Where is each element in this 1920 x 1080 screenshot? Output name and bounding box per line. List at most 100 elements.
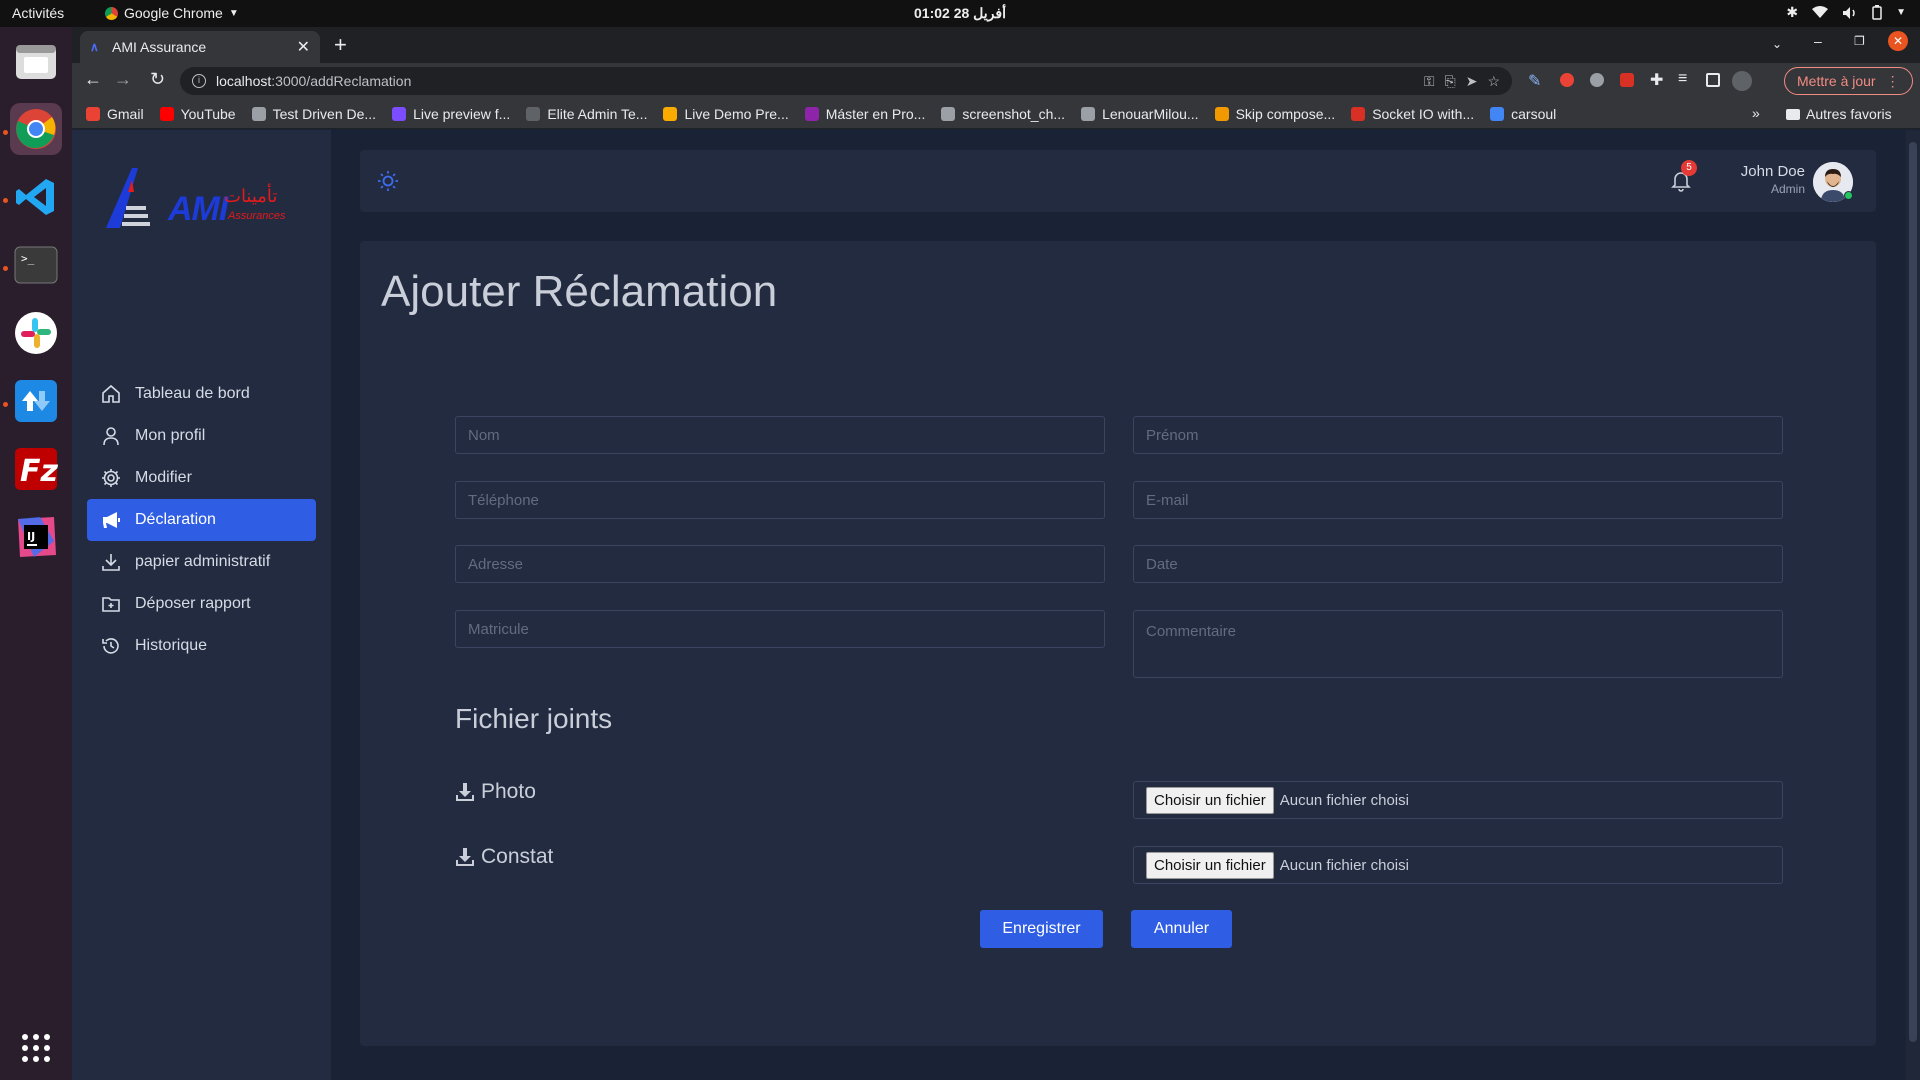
app: AMI تأمينات Assurances Tableau de bord M…: [72, 130, 1920, 1080]
extension-globe-icon[interactable]: [1590, 73, 1604, 87]
send-icon[interactable]: ➤: [1466, 73, 1478, 90]
bookmark-item[interactable]: carsoul: [1490, 106, 1556, 122]
bookmark-item[interactable]: Elite Admin Te...: [526, 106, 647, 122]
app-grid-icon[interactable]: [10, 1022, 62, 1074]
new-tab-icon[interactable]: +: [334, 32, 347, 58]
update-chrome-button[interactable]: Mettre à jour ⋮: [1784, 67, 1913, 95]
reload-icon[interactable]: ↻: [150, 69, 165, 90]
site-info-icon[interactable]: i: [192, 74, 206, 88]
tab-search-icon[interactable]: ⌄: [1772, 37, 1782, 51]
photo-file-input[interactable]: Choisir un fichier Aucun fichier choisi: [1133, 781, 1783, 819]
url-host: localhost: [216, 73, 272, 89]
close-window-icon[interactable]: ✕: [1888, 31, 1908, 51]
bookmarks-bar: Gmail YouTube Test Driven De... Live previe…: [72, 99, 1920, 129]
constat-label-text: Constat: [481, 845, 554, 868]
sidebar-item-modifier[interactable]: Modifier: [87, 457, 316, 499]
activities-button[interactable]: Activités: [12, 5, 64, 21]
user-name[interactable]: John Doe: [1741, 163, 1805, 180]
maximize-window-icon[interactable]: ❐: [1854, 34, 1865, 48]
email-input[interactable]: [1133, 481, 1783, 519]
minimize-window-icon[interactable]: –: [1814, 33, 1822, 49]
bookmark-item[interactable]: Gmail: [86, 106, 144, 122]
files-app-icon[interactable]: [10, 35, 62, 87]
sidebar-item-label: Déposer rapport: [135, 595, 251, 612]
extensions-puzzle-icon[interactable]: ✚: [1650, 70, 1663, 90]
bookmark-star-icon[interactable]: ☆: [1487, 73, 1500, 90]
adresse-input[interactable]: [455, 545, 1105, 583]
volume-icon[interactable]: [1842, 6, 1858, 20]
bookmark-item[interactable]: Máster en Pro...: [804, 106, 925, 122]
page-title: Ajouter Réclamation: [381, 267, 778, 316]
bookmark-item[interactable]: Test Driven De...: [251, 106, 376, 122]
sidebar-item-mon-profil[interactable]: Mon profil: [87, 415, 316, 457]
terminal-app-icon[interactable]: >_: [10, 239, 62, 291]
close-tab-icon[interactable]: ✕: [297, 37, 310, 57]
sidebar-item-declaration[interactable]: Déclaration: [87, 499, 316, 541]
other-bookmarks[interactable]: Autres favoris: [1786, 106, 1892, 122]
bookmark-favicon-icon: [941, 106, 956, 121]
filezilla-app-icon[interactable]: Fz: [10, 443, 62, 495]
constat-file-input[interactable]: Choisir un fichier Aucun fichier choisi: [1133, 846, 1783, 884]
extension-circle-icon[interactable]: [1560, 73, 1574, 87]
constat-choose-file-button[interactable]: Choisir un fichier: [1146, 851, 1274, 879]
sidebar-item-tableau-de-bord[interactable]: Tableau de bord: [87, 373, 316, 415]
commentaire-textarea[interactable]: [1133, 610, 1783, 678]
app-menu[interactable]: Google Chrome ▼: [105, 5, 239, 21]
translate-icon[interactable]: ⎘: [1445, 73, 1456, 90]
bookmark-label: Socket IO with...: [1372, 105, 1475, 122]
sidebar: AMI تأمينات Assurances Tableau de bord M…: [72, 130, 331, 1080]
running-indicator: [3, 402, 8, 407]
bookmark-favicon-icon: [1081, 106, 1096, 121]
extension-red-icon[interactable]: [1620, 73, 1634, 87]
bookmark-item[interactable]: Socket IO with...: [1351, 106, 1474, 122]
slack-app-icon[interactable]: [10, 307, 62, 359]
sidebar-item-deposer-rapport[interactable]: Déposer rapport: [87, 583, 316, 625]
tab-ami-assurance[interactable]: ∧ AMI Assurance ✕: [80, 31, 320, 63]
side-panel-icon[interactable]: [1706, 73, 1720, 87]
back-icon[interactable]: ←: [84, 69, 102, 90]
telephone-input[interactable]: [455, 481, 1105, 519]
nom-input[interactable]: [455, 416, 1105, 454]
intellij-app-icon[interactable]: IJ: [10, 511, 62, 563]
bookmark-item[interactable]: Live Demo Pre...: [663, 106, 789, 122]
wifi-icon[interactable]: [1812, 6, 1829, 19]
reading-list-icon[interactable]: ≡: [1678, 70, 1687, 88]
network-status-icon[interactable]: ✱: [1786, 4, 1798, 21]
page-scrollbar[interactable]: [1906, 130, 1920, 1080]
matricule-input[interactable]: [455, 610, 1105, 648]
sidebar-item-papier-administratif[interactable]: papier administratif: [87, 541, 316, 583]
bookmark-item[interactable]: screenshot_ch...: [941, 106, 1065, 122]
forward-icon[interactable]: →: [114, 69, 132, 90]
bookmark-list: Gmail YouTube Test Driven De... Live previe…: [86, 106, 1572, 122]
cancel-button[interactable]: Annuler: [1131, 910, 1232, 948]
folder-icon: [1786, 108, 1800, 120]
transfer-app-icon[interactable]: [10, 375, 62, 427]
sidebar-item-label: papier administratif: [135, 553, 271, 570]
download-icon: [455, 782, 475, 802]
ami-logo[interactable]: AMI تأمينات Assurances: [104, 162, 285, 242]
tab-strip: ∧ AMI Assurance ✕ + ⌄ – ❐ ✕: [72, 27, 1920, 63]
chrome-small-icon: [105, 6, 118, 20]
bookmark-item[interactable]: YouTube: [159, 106, 236, 122]
chrome-app-icon[interactable]: [10, 103, 62, 155]
password-key-icon[interactable]: ⚿: [1424, 73, 1435, 90]
system-tray[interactable]: ✱ ▼: [1786, 4, 1906, 21]
bookmark-item[interactable]: LenouarMilou...: [1081, 106, 1199, 122]
battery-icon[interactable]: [1872, 5, 1882, 20]
theme-toggle-sun-icon[interactable]: [377, 170, 399, 192]
save-button[interactable]: Enregistrer: [980, 910, 1103, 948]
photo-choose-file-button[interactable]: Choisir un fichier: [1146, 786, 1274, 814]
profile-avatar-icon[interactable]: [1732, 71, 1752, 91]
more-bookmarks-icon[interactable]: »: [1752, 105, 1760, 121]
address-bar[interactable]: i localhost:3000/addReclamation ⚿ ⎘ ➤ ☆: [180, 67, 1512, 95]
bookmark-item[interactable]: Live preview f...: [392, 106, 510, 122]
sidebar-item-historique[interactable]: Historique: [87, 625, 316, 667]
chevron-down-icon: ▼: [228, 7, 239, 19]
scrollbar-thumb[interactable]: [1909, 142, 1917, 1042]
bookmark-item[interactable]: Skip compose...: [1214, 106, 1335, 122]
prenom-input[interactable]: [1133, 416, 1783, 454]
vscode-app-icon[interactable]: [10, 171, 62, 223]
date-input[interactable]: [1133, 545, 1783, 583]
extension-pen-icon[interactable]: ✎: [1528, 71, 1541, 91]
chevron-down-icon[interactable]: ▼: [1896, 7, 1906, 18]
